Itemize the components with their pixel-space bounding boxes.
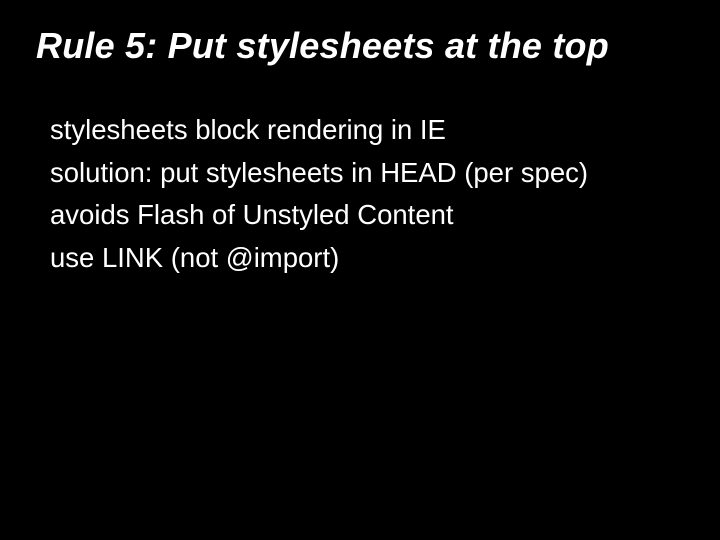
body-line: use LINK (not @import) [50, 237, 684, 280]
slide-body: stylesheets block rendering in IE soluti… [36, 109, 684, 280]
slide-title: Rule 5: Put stylesheets at the top [36, 24, 684, 67]
body-line: avoids Flash of Unstyled Content [50, 194, 684, 237]
body-line: stylesheets block rendering in IE [50, 109, 684, 152]
slide: Rule 5: Put stylesheets at the top style… [0, 0, 720, 540]
body-line: solution: put stylesheets in HEAD (per s… [50, 152, 684, 195]
